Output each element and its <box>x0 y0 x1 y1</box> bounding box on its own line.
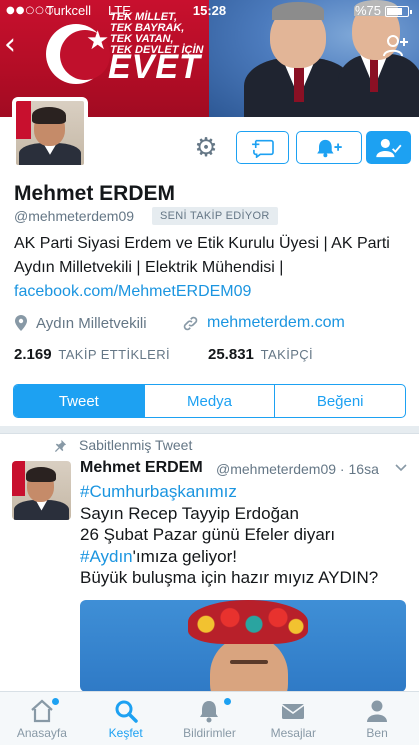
website-link[interactable]: mehmeterdem.com <box>207 314 345 332</box>
following-count[interactable]: 2.169 TAKİP ETTİKLERİ <box>14 346 170 363</box>
nav-explore[interactable]: Keşfet <box>84 692 168 745</box>
tweet-text: #Cumhurbaşkanımız Sayın Recep Tayyip Erd… <box>80 482 379 587</box>
following-button[interactable] <box>366 131 411 164</box>
tweet-author-name[interactable]: Mehmet ERDEM <box>80 459 203 477</box>
add-user-button[interactable] <box>383 34 409 58</box>
tweet-time: 16sa <box>348 461 379 477</box>
pinned-label: Sabitlenmiş Tweet <box>54 437 192 453</box>
location-text: Aydın Milletvekili <box>36 314 147 332</box>
bell-plus-icon <box>317 139 342 157</box>
back-button[interactable]: ‹ <box>4 30 28 62</box>
bio-link[interactable]: facebook.com/MehmetERDEM09 <box>14 283 251 300</box>
pin-icon <box>54 439 67 452</box>
person-icon <box>367 700 388 722</box>
profile-tabs: Tweet Medya Beğeni <box>13 384 406 418</box>
chevron-down-icon <box>395 464 407 472</box>
section-divider <box>0 426 419 434</box>
bio-text: AK Parti Siyasi Erdem ve Etik Kurulu Üye… <box>14 235 390 276</box>
tweet-options-button[interactable] <box>394 461 408 475</box>
tweet-media-image[interactable] <box>80 600 406 692</box>
tab-likes[interactable]: Beğeni <box>274 385 405 417</box>
list-add-icon <box>251 139 274 158</box>
profile-handle: @mehmeterdem09 <box>14 208 135 224</box>
tweet-author-handle: @mehmeterdem09 · 16sa <box>216 461 379 477</box>
home-icon <box>31 699 53 723</box>
nav-home[interactable]: Anasayfa <box>0 692 84 745</box>
star-icon: ★ <box>86 26 110 56</box>
search-icon <box>115 700 138 723</box>
user-check-icon <box>375 138 402 157</box>
nav-messages[interactable]: Mesajlar <box>251 692 335 745</box>
settings-gear-button[interactable]: ⚙ <box>190 132 222 164</box>
profile-location: Aydın Milletvekili <box>14 314 147 332</box>
link-icon <box>183 316 198 330</box>
profile-avatar[interactable] <box>12 97 88 169</box>
battery-icon <box>385 6 412 17</box>
bell-icon <box>200 701 219 723</box>
add-to-list-button[interactable] <box>236 131 289 164</box>
unread-dot <box>223 698 231 705</box>
nav-me[interactable]: Ben <box>335 692 419 745</box>
battery-percent: %75 <box>354 3 381 18</box>
hashtag-link[interactable]: #Cumhurbaşkanımız <box>80 482 237 501</box>
gear-icon: ⚙ <box>194 133 218 163</box>
tweet-author-avatar[interactable] <box>12 461 71 520</box>
profile-website[interactable]: mehmeterdem.com <box>182 314 345 332</box>
bottom-nav: Anasayfa Keşfet Bildirimler Mesajlar Ben <box>0 691 419 745</box>
banner-headline: EVET <box>108 48 201 86</box>
nav-notifications[interactable]: Bildirimler <box>168 692 252 745</box>
mail-icon <box>281 704 305 719</box>
notifications-button[interactable] <box>296 131 362 164</box>
add-user-icon <box>383 35 408 57</box>
profile-name: Mehmet ERDEM <box>14 182 176 205</box>
tab-tweet[interactable]: Tweet <box>14 385 144 417</box>
followers-count[interactable]: 25.831 TAKİPÇİ <box>208 346 313 363</box>
follows-you-badge: SENİ TAKİP EDİYOR <box>152 207 278 225</box>
status-bar: ●●○○○ Turkcell LTE 15:28 %75 <box>0 0 419 22</box>
unread-dot <box>52 698 59 705</box>
tab-media[interactable]: Medya <box>143 385 275 417</box>
location-pin-icon <box>15 315 27 331</box>
hashtag-link[interactable]: #Aydın <box>80 547 133 566</box>
profile-bio: AK Parti Siyasi Erdem ve Etik Kurulu Üye… <box>14 232 409 304</box>
